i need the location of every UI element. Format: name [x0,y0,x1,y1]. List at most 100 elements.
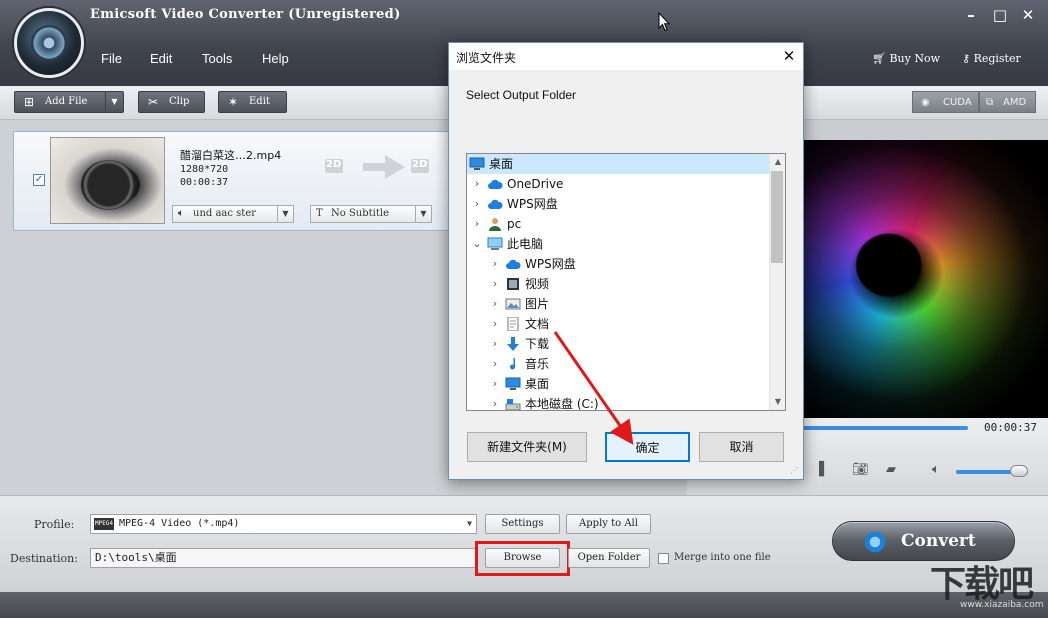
file-checkbox[interactable]: ✓ [33,174,45,186]
tree-item[interactable]: 桌面 [467,154,769,174]
tree-item-label: OneDrive [507,177,564,191]
maximize-icon[interactable]: □ [989,6,1011,26]
register-link[interactable]: ⚷ Register [962,52,1021,65]
file-name: 醋溜白菜这…2.mp4 [180,149,282,162]
tree-item[interactable]: › WPS网盘 [467,194,769,214]
disc-icon [31,25,67,61]
camera-icon[interactable]: 📷︎ [852,462,869,477]
minimize-icon[interactable]: – [960,6,982,26]
chevron-right-icon[interactable]: › [471,194,483,214]
user-icon [487,217,503,231]
app-logo [14,8,84,78]
dialog-title: 浏览文件夹 [456,51,517,65]
amd-button[interactable]: ⧉ AMD [979,91,1036,113]
add-file-button[interactable]: ⊞ Add File ▼ [14,91,124,113]
tree-item[interactable]: › 视频 [467,274,769,294]
app-title: Emicsoft Video Converter (Unregistered) [90,7,401,22]
tree-scrollbar-thumb[interactable] [771,171,783,263]
cuda-button[interactable]: ◉ CUDA [912,91,979,113]
picture-folder-icon [505,297,521,311]
seek-bar[interactable] [803,426,968,430]
annotation-arrow [553,331,634,445]
chevron-right-icon[interactable]: › [489,254,501,274]
text-icon: T [316,208,323,219]
subtitle-dropdown[interactable]: T No Subtitle ▼ [310,205,432,223]
browse-highlight-box [475,541,570,576]
close-icon[interactable]: ✕ [1017,6,1039,26]
menu-file[interactable]: File [101,51,122,66]
dialog-close-icon[interactable]: ✕ [778,45,800,67]
chevron-right-icon[interactable]: › [489,394,501,410]
apply-to-all-button[interactable]: Apply to All [566,514,651,534]
chevron-right-icon[interactable]: › [489,334,501,354]
settings-button[interactable]: Settings [485,514,560,534]
chevron-right-icon[interactable]: › [471,174,483,194]
cloud-icon [505,257,521,271]
computer-icon [487,237,503,251]
volume-slider-handle[interactable] [1010,465,1028,477]
profile-select[interactable]: MPEG4 MPEG-4 Video (*.mp4) ▼ [90,514,477,534]
chevron-down-icon: ▼ [277,206,293,222]
scroll-down-icon[interactable]: ▼ [770,394,786,410]
tree-item[interactable]: › pc [467,214,769,234]
tree-item[interactable]: ⌄ 此电脑 [467,234,769,254]
desktop-icon [505,377,521,391]
merge-checkbox[interactable] [658,553,669,564]
nvidia-icon: ◉ [921,97,930,108]
chevron-right-icon[interactable]: › [489,294,501,314]
resize-grip-icon[interactable]: ⋰ [790,466,800,476]
cloud-icon [487,197,503,211]
volume-icon[interactable]: 🔈︎ [932,462,940,477]
preview-time: 00:00:37 [984,421,1037,434]
chevron-down-icon[interactable]: ▼ [105,92,123,112]
chevron-right-icon[interactable]: › [489,374,501,394]
chevron-right-icon[interactable]: › [489,274,501,294]
convert-icon [863,530,887,554]
tree-item-label: pc [507,217,522,231]
drive-icon [505,397,521,410]
tree-item-label: 视频 [525,277,550,291]
chevron-down-icon: ▼ [415,206,431,222]
chevron-down-icon[interactable]: ⌄ [471,234,483,254]
folder-icon[interactable]: ▰ [886,462,896,477]
merge-label: Merge into one file [674,552,771,563]
scroll-up-icon[interactable]: ▲ [770,154,786,170]
tree-item[interactable]: › OneDrive [467,174,769,194]
chevron-right-icon[interactable]: › [489,354,501,374]
cart-icon: 🛒︎ [872,52,890,65]
document-folder-icon [505,316,521,332]
input-2d-badge: 2D [326,159,342,170]
profile-label: Profile: [34,518,75,531]
video-preview-shade [803,140,1048,418]
tree-item-label: 此电脑 [507,237,544,251]
video-thumbnail[interactable] [50,137,165,224]
chevron-right-icon[interactable]: › [471,214,483,234]
download-icon [505,337,521,351]
tree-item-label: 桌面 [489,157,514,171]
mpeg4-icon: MPEG4 [94,518,114,530]
menu-edit[interactable]: Edit [150,51,172,66]
destination-input[interactable]: D:\tools\桌面 [90,548,477,568]
tree-item[interactable]: › 图片 [467,294,769,314]
chevron-down-icon: ▼ [467,519,472,528]
menu-help[interactable]: Help [262,51,289,66]
clip-button[interactable]: ✂ Clip [138,91,205,113]
video-folder-icon [505,277,521,291]
mouse-cursor-icon [658,12,670,32]
watermark-url: www.xiazaiba.com [960,600,1044,610]
edit-button[interactable]: ✶ Edit [218,91,287,113]
open-folder-button[interactable]: Open Folder [568,548,650,568]
menu-tools[interactable]: Tools [202,51,232,66]
key-icon: ⚷ [962,52,974,65]
speaker-icon: 🔈︎ [178,208,184,219]
chevron-right-icon[interactable]: › [489,314,501,334]
cancel-button[interactable]: 取消 [699,432,784,462]
audio-track-dropdown[interactable]: 🔈︎ und aac ster ▼ [172,205,294,223]
tree-item[interactable]: › WPS网盘 [467,254,769,274]
status-bar [0,592,1048,618]
output-2d-badge: 2D [412,159,428,170]
next-frame-icon[interactable]: ▐ [814,462,824,477]
tree-item-label: WPS网盘 [507,197,558,211]
buy-now-link[interactable]: 🛒︎ Buy Now [872,52,940,65]
music-icon [505,357,521,371]
